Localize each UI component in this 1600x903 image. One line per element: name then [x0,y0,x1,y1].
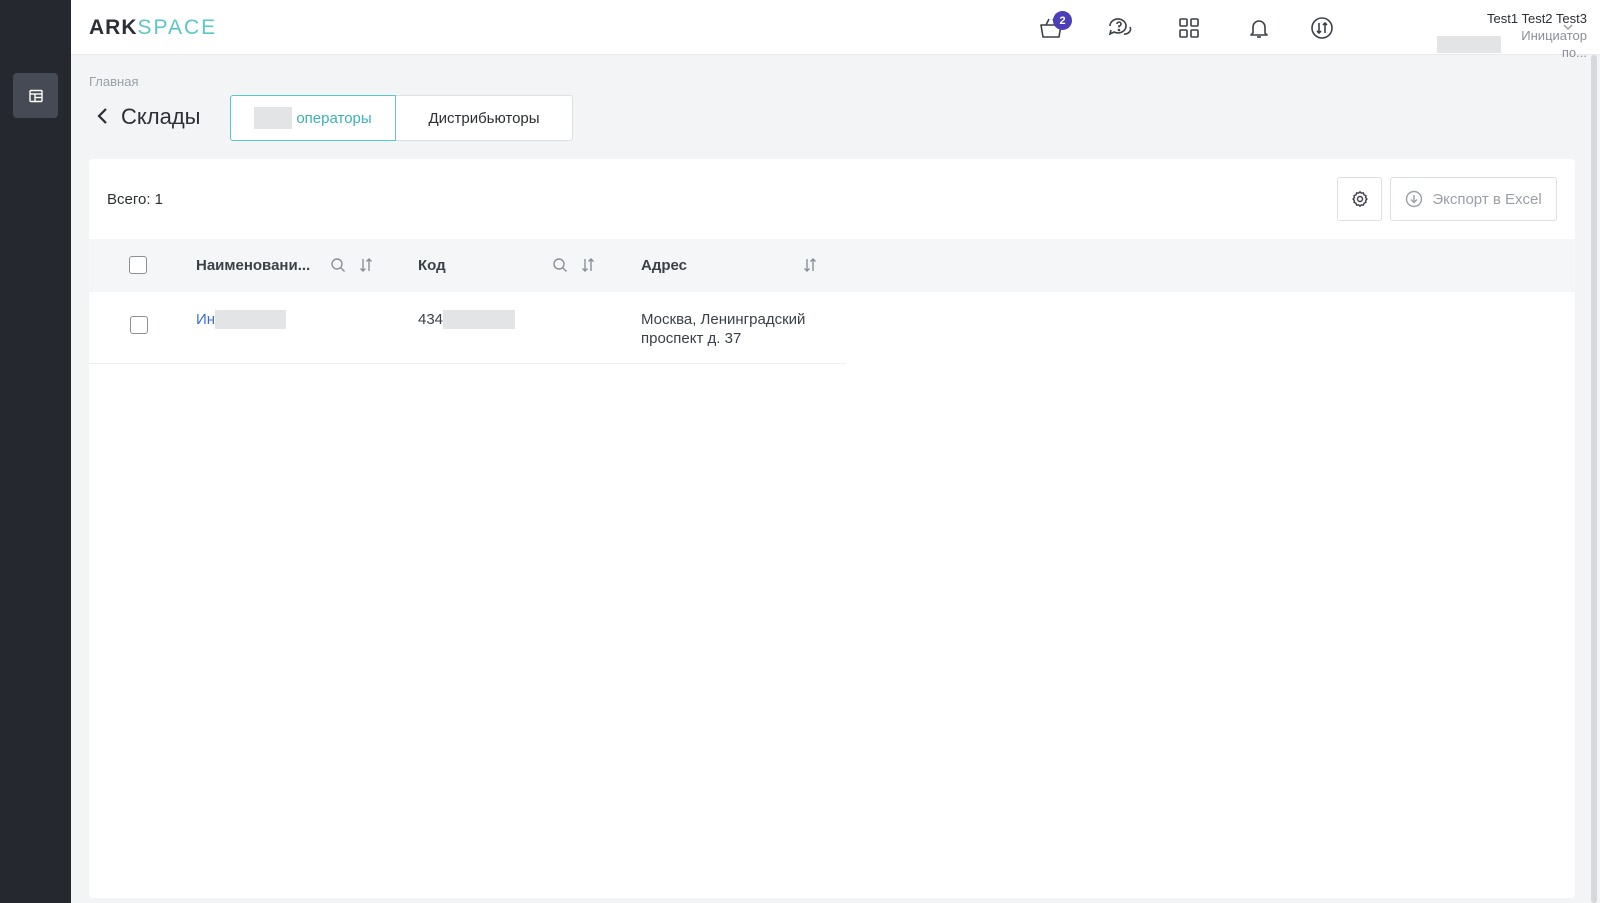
redacted-area [443,310,516,329]
redacted-area [1437,35,1502,53]
export-label: Экспорт в Excel [1432,190,1542,208]
table-header: Наименовани... Код Адрес [89,239,1575,292]
download-circle-icon [1406,190,1423,208]
back-button[interactable] [94,106,112,126]
tab-operators[interactable]: операторы [230,95,396,141]
cart-button[interactable]: 2 [1036,11,1072,43]
sort-icon[interactable] [802,257,818,273]
chevron-down-icon [1563,24,1573,31]
cart-badge: 2 [1053,11,1072,30]
column-header-address[interactable]: Адрес [641,257,687,274]
logo[interactable]: ARKSPACE [89,16,217,40]
logo-secondary: SPACE [137,16,218,39]
page-scrollbar[interactable] [1591,55,1597,903]
select-all-checkbox[interactable] [129,256,147,274]
sidebar [0,0,71,903]
search-icon[interactable] [552,257,568,273]
tab-label: Дистрибьюторы [428,109,540,127]
redacted-area [254,107,293,129]
chevron-left-icon [97,108,107,124]
table-settings-button[interactable] [1337,177,1382,221]
tab-distributors[interactable]: Дистрибьюторы [396,95,573,141]
sidebar-item-warehouses[interactable] [13,73,58,118]
column-header-code[interactable]: Код [418,257,446,274]
gear-icon [1351,191,1368,207]
total-count: Всего: 1 [107,191,164,208]
warehouse-address-line1: Москва, Ленинградский [641,311,806,328]
swap-circle-icon [1311,17,1333,39]
support-chat-button[interactable] [1105,13,1135,43]
top-bar: ARKSPACE 2 Test1 Test2 Test3 Инициатор п… [71,0,1600,60]
tabs: операторы Дистрибьюторы [230,95,573,141]
search-icon[interactable] [330,257,346,273]
logo-primary: ARK [89,16,138,39]
content-card: Всего: 1 Экспорт в Excel Наименовани... … [89,159,1575,898]
sort-icon[interactable] [358,257,374,273]
warehouse-code: 434 [418,311,444,328]
user-menu-toggle[interactable] [1561,20,1575,39]
table-icon [28,89,43,102]
sort-icon[interactable] [580,257,596,273]
row-checkbox[interactable] [130,316,148,334]
chat-help-icon [1108,18,1132,36]
page-title: Склады [121,104,201,129]
warehouse-name-link[interactable]: Ин [196,311,215,328]
apps-button[interactable] [1174,13,1204,43]
tab-label: операторы [296,109,372,127]
bell-icon [1250,20,1268,38]
breadcrumb[interactable]: Главная [89,74,138,89]
column-header-name[interactable]: Наименовани... [196,257,310,274]
table-row[interactable]: Ин 434 Москва, Ленинградский проспект д.… [89,292,846,364]
redacted-area [215,310,287,329]
notifications-button[interactable] [1244,13,1274,43]
switch-role-button[interactable] [1307,13,1337,43]
warehouse-address-line2: проспект д. 37 [641,330,742,347]
grid-icon [1179,18,1199,38]
export-excel-button[interactable]: Экспорт в Excel [1390,177,1557,221]
